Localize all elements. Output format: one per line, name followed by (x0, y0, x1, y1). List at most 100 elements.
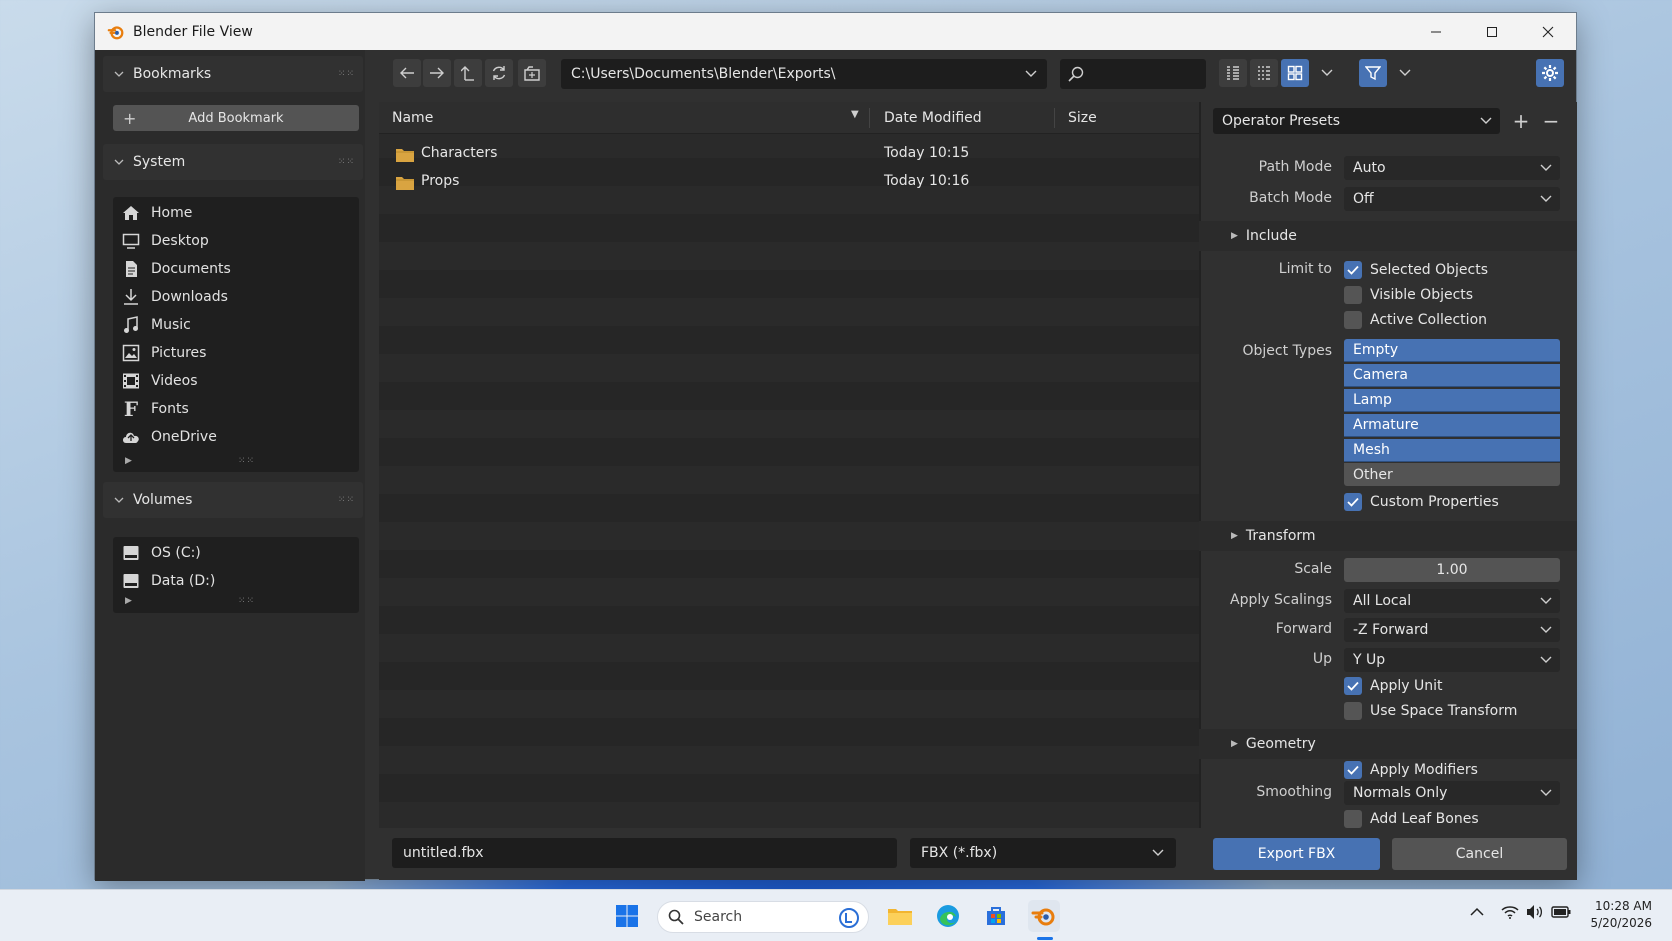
check-icon (1344, 261, 1362, 279)
sidebar-item-os-c[interactable]: OS (C:) (121, 540, 201, 566)
volumes-panel-header[interactable]: Volumes ⁙⁙ (103, 482, 363, 518)
thumbnail-view-button[interactable] (1281, 59, 1309, 87)
grip-icon[interactable]: ⁙⁙ (338, 495, 355, 505)
export-fbx-button[interactable]: Export FBX (1213, 838, 1380, 870)
store-taskbar-button[interactable] (980, 900, 1012, 932)
sidebar-item-videos[interactable]: Videos (121, 368, 198, 394)
parent-directory-button[interactable] (454, 59, 482, 87)
scale-field[interactable]: 1.00 (1344, 558, 1560, 582)
search-input[interactable] (1060, 59, 1206, 89)
checkbox-label: Apply Unit (1370, 678, 1443, 694)
add-leaf-bones-checkbox[interactable]: Add Leaf Bones (1344, 809, 1479, 829)
sidebar-item-fonts[interactable]: F Fonts (121, 396, 189, 422)
add-preset-button[interactable]: + (1508, 108, 1534, 134)
battery-icon[interactable] (1551, 905, 1571, 919)
transform-section-header[interactable]: ▶ Transform (1199, 521, 1577, 551)
new-folder-icon (524, 66, 540, 81)
object-type-other[interactable]: Other (1344, 463, 1560, 486)
object-type-camera[interactable]: Camera (1344, 364, 1560, 387)
geometry-section-header[interactable]: ▶ Geometry (1199, 729, 1577, 759)
column-date-modified[interactable]: Date Modified (884, 110, 982, 126)
resize-grip-icon[interactable]: ⁙⁙ (238, 596, 255, 606)
pictures-icon (122, 344, 140, 362)
copilot-icon (839, 908, 859, 928)
cancel-button[interactable]: Cancel (1392, 838, 1567, 870)
maximize-button[interactable] (1464, 13, 1520, 50)
filter-toggle-button[interactable] (1359, 59, 1387, 87)
minimize-button[interactable] (1408, 13, 1464, 50)
column-separator[interactable] (869, 108, 870, 128)
close-button[interactable] (1520, 13, 1576, 50)
object-type-armature[interactable]: Armature (1344, 414, 1560, 437)
sidebar-item-downloads[interactable]: Downloads (121, 284, 228, 310)
column-separator[interactable] (1054, 108, 1055, 128)
selected-objects-checkbox[interactable]: Selected Objects (1344, 260, 1488, 280)
sidebar-item-music[interactable]: Music (121, 312, 191, 338)
custom-properties-checkbox[interactable]: Custom Properties (1344, 492, 1499, 512)
sidebar-item-home[interactable]: Home (121, 200, 192, 226)
sidebar-item-desktop[interactable]: Desktop (121, 228, 209, 254)
display-options-dropdown[interactable] (1313, 59, 1341, 87)
resize-grip-icon[interactable]: ⁙⁙ (238, 456, 255, 466)
taskbar-search[interactable]: Search (657, 901, 869, 933)
filename-input[interactable]: untitled.fbx (392, 838, 897, 868)
start-button[interactable] (611, 900, 643, 932)
column-name[interactable]: Name (392, 110, 433, 126)
bookmarks-panel-header[interactable]: Bookmarks ⁙⁙ (103, 56, 363, 92)
batch-mode-dropdown[interactable]: Off (1344, 187, 1560, 211)
expand-arrow-icon[interactable]: ▶ (125, 596, 132, 606)
new-directory-button[interactable] (518, 59, 546, 87)
operator-presets-dropdown[interactable]: Operator Presets (1213, 108, 1500, 134)
smoothing-dropdown[interactable]: Normals Only (1344, 781, 1560, 805)
path-mode-dropdown[interactable]: Auto (1344, 156, 1560, 180)
forward-axis-dropdown[interactable]: -Z Forward (1344, 618, 1560, 642)
sidebar-item-data-d[interactable]: Data (D:) (121, 568, 215, 594)
object-type-empty[interactable]: Empty (1344, 339, 1560, 362)
remove-preset-button[interactable]: − (1538, 108, 1564, 134)
object-types-label: Object Types (1242, 343, 1333, 359)
active-collection-checkbox[interactable]: Active Collection (1344, 310, 1487, 330)
blender-taskbar-button[interactable] (1028, 900, 1060, 932)
expand-arrow-icon[interactable]: ▶ (125, 456, 132, 466)
sort-arrow-icon[interactable]: ▼ (851, 109, 859, 120)
downloads-icon (124, 289, 138, 305)
sidebar-item-documents[interactable]: Documents (121, 256, 231, 282)
chevron-up-icon[interactable] (1470, 907, 1484, 917)
directory-path-field[interactable]: C:\Users\Documents\Blender\Exports\ (561, 59, 1047, 89)
include-section-header[interactable]: ▶ Include (1199, 221, 1577, 251)
file-type-dropdown[interactable]: FBX (*.fbx) (910, 838, 1176, 868)
add-bookmark-button[interactable]: + Add Bookmark (113, 105, 359, 131)
file-explorer-taskbar-button[interactable] (884, 900, 916, 932)
vertical-list-view-button[interactable] (1219, 59, 1247, 87)
sidebar-item-onedrive[interactable]: OneDrive (121, 424, 217, 450)
settings-button[interactable] (1536, 59, 1564, 87)
table-row[interactable]: Characters Today 10:15 (379, 140, 1199, 168)
table-row[interactable]: Props Today 10:16 (379, 168, 1199, 196)
expand-arrow-icon: ▶ (1231, 739, 1238, 749)
apply-unit-checkbox[interactable]: Apply Unit (1344, 676, 1442, 696)
grip-icon[interactable]: ⁙⁙ (338, 157, 355, 167)
object-type-mesh[interactable]: Mesh (1344, 439, 1560, 462)
file-browser-area[interactable] (379, 102, 1199, 828)
sidebar-item-pictures[interactable]: Pictures (121, 340, 206, 366)
column-size[interactable]: Size (1068, 110, 1097, 126)
filter-icon (1365, 66, 1381, 81)
wifi-icon[interactable] (1501, 905, 1519, 919)
filter-options-dropdown[interactable] (1391, 59, 1419, 87)
object-type-lamp[interactable]: Lamp (1344, 389, 1560, 412)
volume-icon[interactable] (1526, 904, 1544, 920)
visible-objects-checkbox[interactable]: Visible Objects (1344, 285, 1473, 305)
up-axis-dropdown[interactable]: Y Up (1344, 648, 1560, 672)
system-clock[interactable]: 10:28 AM 5/20/2026 (1590, 898, 1652, 932)
edge-taskbar-button[interactable] (932, 900, 964, 932)
refresh-button[interactable] (485, 59, 513, 87)
use-space-transform-checkbox[interactable]: Use Space Transform (1344, 701, 1517, 721)
grip-icon[interactable]: ⁙⁙ (338, 69, 355, 79)
system-panel-header[interactable]: System ⁙⁙ (103, 144, 363, 180)
apply-scalings-dropdown[interactable]: All Local (1344, 589, 1560, 613)
forward-button[interactable] (423, 59, 451, 87)
scale-value: 1.00 (1436, 562, 1468, 578)
horizontal-list-view-button[interactable] (1250, 59, 1278, 87)
apply-modifiers-checkbox[interactable]: Apply Modifiers (1344, 760, 1478, 780)
back-button[interactable] (393, 59, 421, 87)
